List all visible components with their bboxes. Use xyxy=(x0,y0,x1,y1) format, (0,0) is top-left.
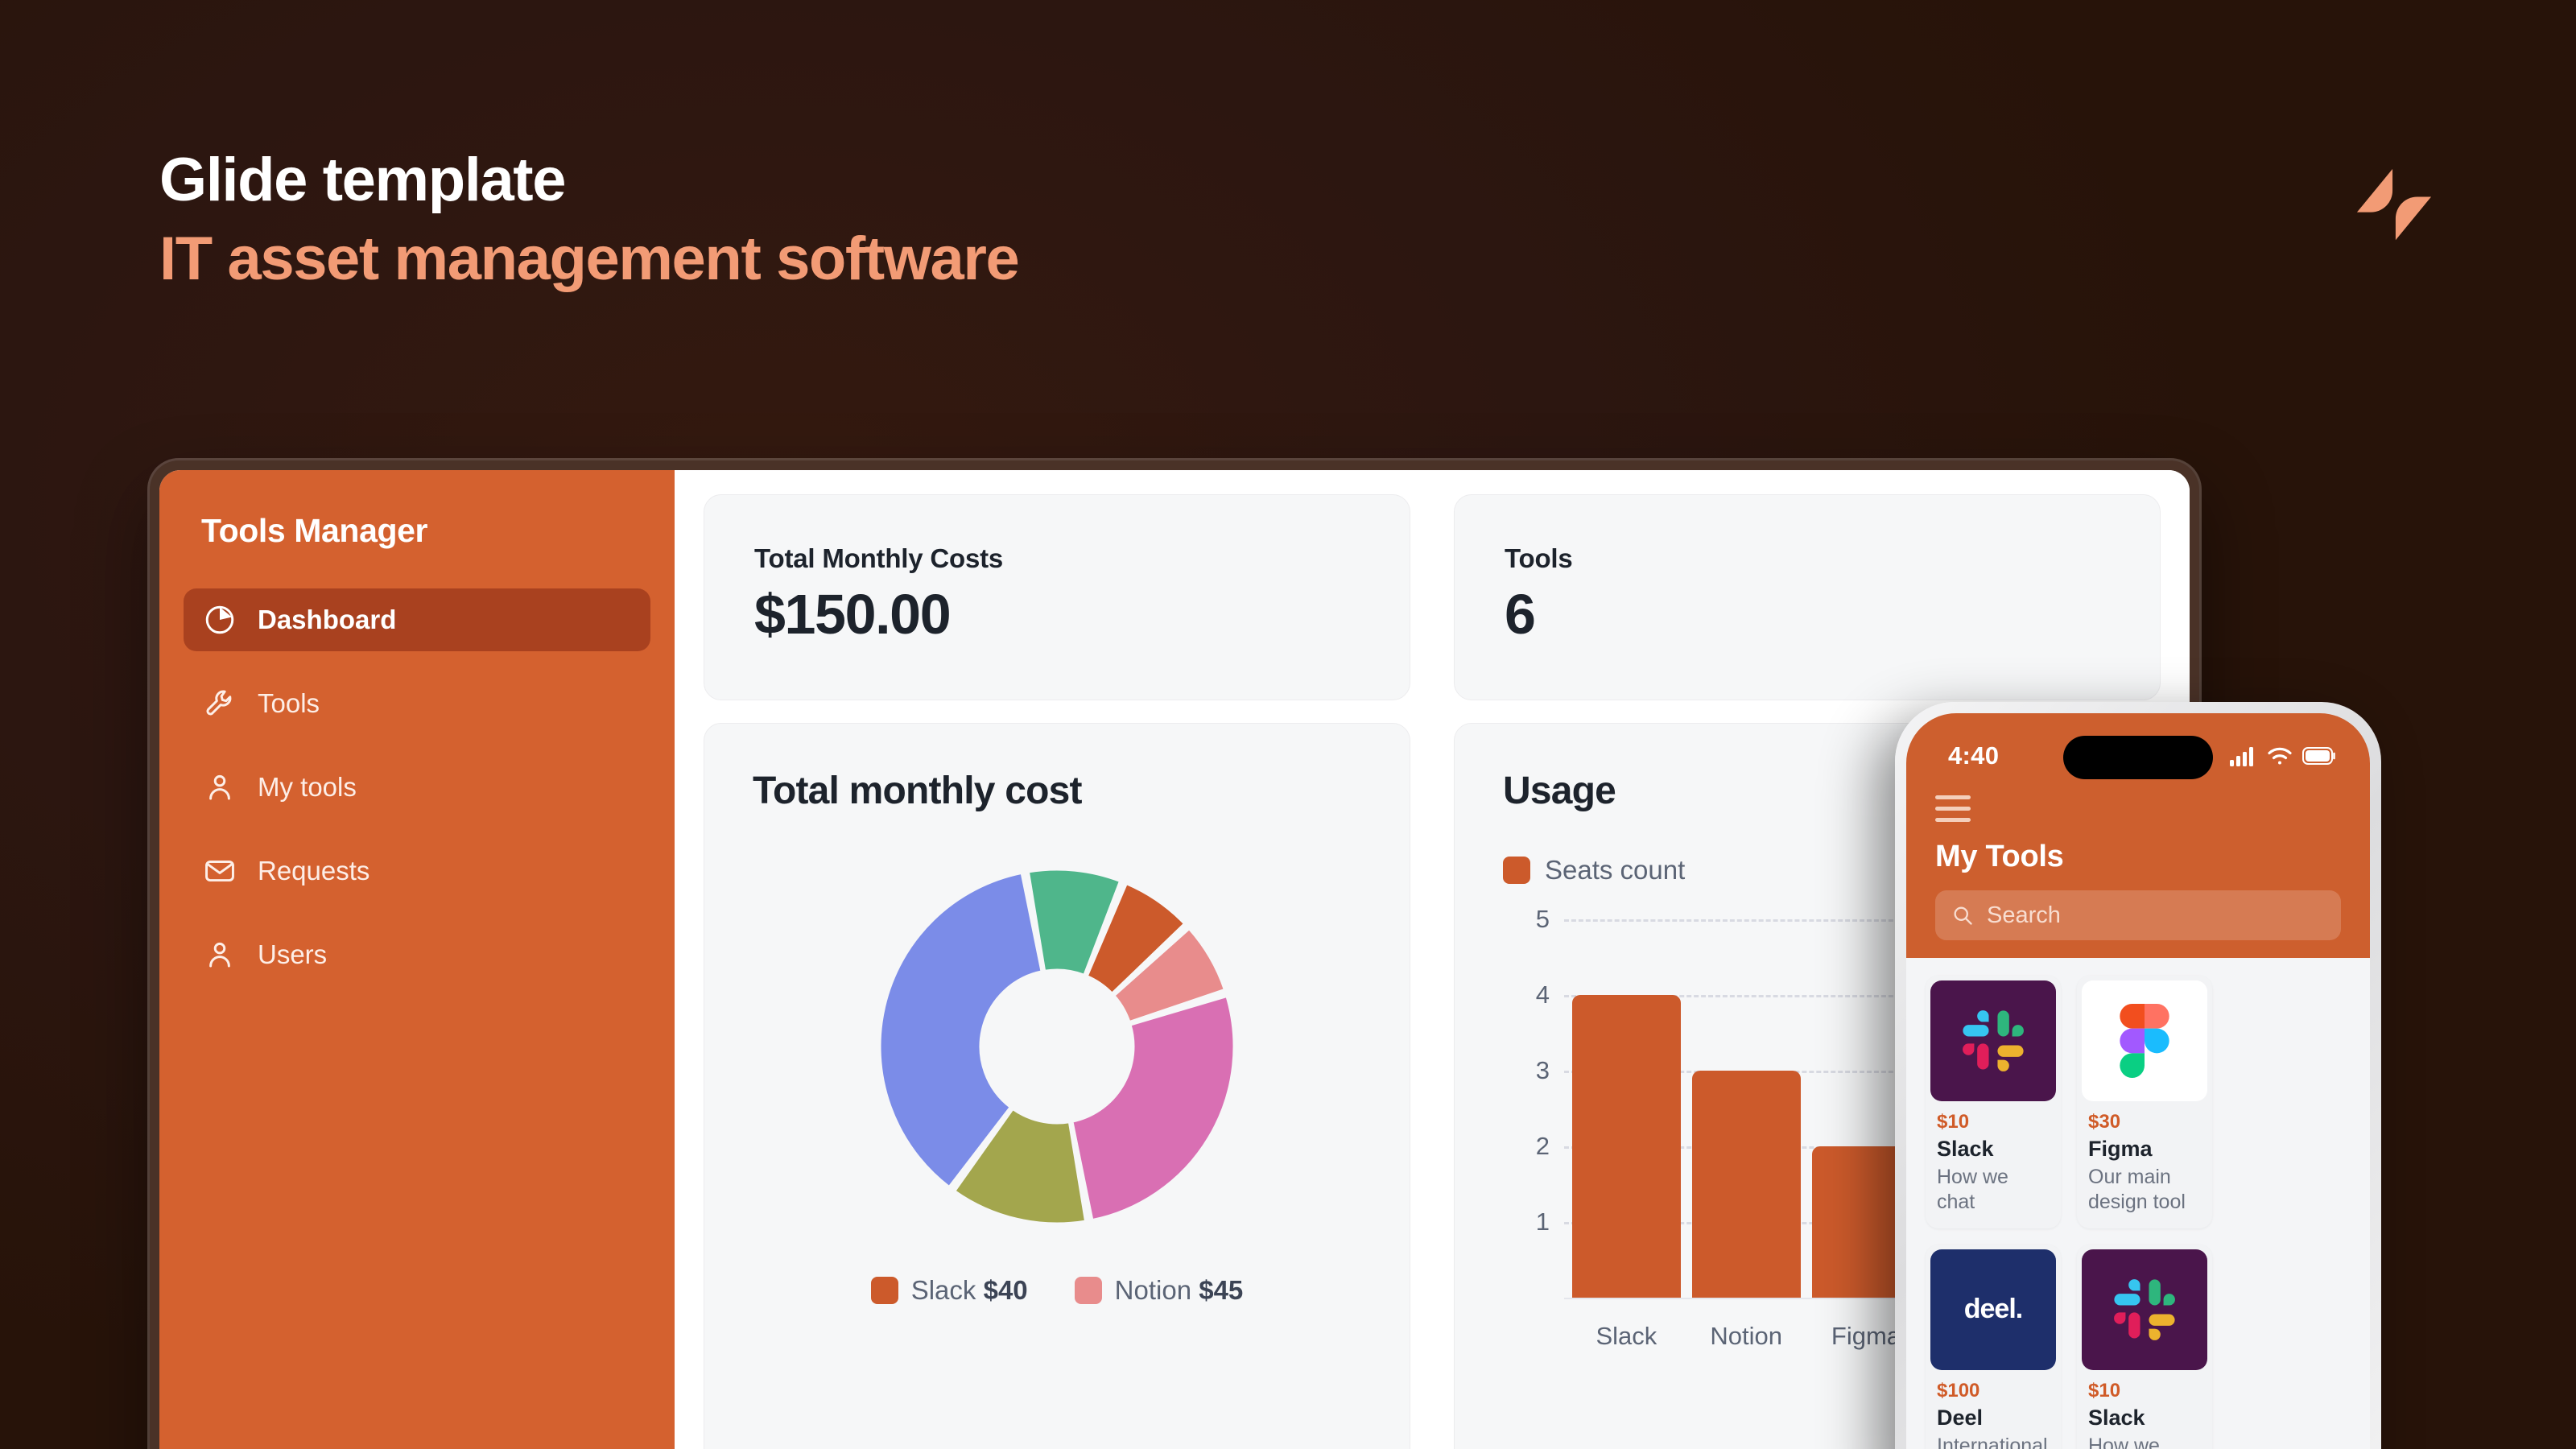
tool-meta: $100 Deel International Payroll xyxy=(1926,1375,2061,1449)
wifi-icon xyxy=(2267,745,2293,766)
tool-name: Deel xyxy=(1937,1406,2050,1430)
phone-status-bar: 4:40 xyxy=(1935,734,2341,778)
search-icon xyxy=(1951,904,1974,927)
sidebar-item-label: Tools xyxy=(258,688,320,719)
tool-meta: $10 Slack How we chat xyxy=(1926,1106,2061,1228)
page-title: Glide template xyxy=(159,150,1018,211)
donut-slice xyxy=(1072,997,1234,1220)
tool-price: $30 xyxy=(2088,1111,2201,1133)
stat-value: $150.00 xyxy=(754,582,1360,646)
tool-card[interactable]: $30 Figma Our main design tool xyxy=(2077,976,2212,1228)
phone-screen: 4:40 xyxy=(1906,713,2370,1449)
stat-card-row: Total Monthly Costs $150.00 Tools 6 xyxy=(704,494,2161,700)
tool-card[interactable]: deel. $100 Deel International Payroll xyxy=(1926,1245,2061,1449)
bar-column xyxy=(1572,919,1681,1298)
bar[interactable] xyxy=(1572,995,1681,1298)
deel-logo-icon: deel. xyxy=(1930,1249,2056,1370)
tool-description: Our main design tool xyxy=(2088,1165,2201,1216)
tool-name: Slack xyxy=(2088,1406,2201,1430)
y-axis-tick: 4 xyxy=(1503,980,1550,1009)
sidebar: Tools Manager Dashboard xyxy=(159,470,675,1449)
status-icons xyxy=(2230,745,2341,766)
phone-mockup: 4:40 xyxy=(1895,702,2381,1449)
slack-logo-icon xyxy=(2082,1249,2207,1370)
legend-swatch xyxy=(1503,857,1530,884)
tool-card[interactable]: $10 Slack How we chat xyxy=(2077,1245,2212,1449)
sidebar-title: Tools Manager xyxy=(184,512,650,550)
tool-meta: $30 Figma Our main design tool xyxy=(2077,1106,2212,1228)
stat-card-tools: Tools 6 xyxy=(1454,494,2161,700)
stat-label: Tools xyxy=(1505,543,2110,574)
phone-header: 4:40 xyxy=(1906,713,2370,958)
stat-value: 6 xyxy=(1505,582,2110,646)
person-icon xyxy=(203,938,237,972)
donut-svg xyxy=(856,845,1258,1248)
page-subtitle: IT asset management software xyxy=(159,229,1018,290)
tool-description: How we chat xyxy=(1937,1165,2050,1216)
pie-legend: Slack $40 Notion $45 xyxy=(753,1275,1361,1306)
tool-meta: $10 Slack How we chat xyxy=(2077,1375,2212,1449)
search-input[interactable]: Search xyxy=(1935,890,2341,940)
glide-butterfly-logo-icon xyxy=(2355,167,2433,242)
bar-column xyxy=(1692,919,1801,1298)
sidebar-item-dashboard[interactable]: Dashboard xyxy=(184,588,650,651)
dashboard-window: Tools Manager Dashboard xyxy=(150,460,2199,1449)
tools-grid: $10 Slack How we chat $30 Figma Our main des… xyxy=(1906,958,2370,1449)
person-icon xyxy=(203,770,237,804)
status-time: 4:40 xyxy=(1935,741,1999,770)
y-axis-tick: 2 xyxy=(1503,1132,1550,1161)
sidebar-item-requests[interactable]: Requests xyxy=(184,840,650,902)
tool-description: International Payroll xyxy=(1937,1434,2050,1449)
figma-logo-icon xyxy=(2082,980,2207,1101)
cellular-bars-icon xyxy=(2230,745,2257,766)
sidebar-item-my-tools[interactable]: My tools xyxy=(184,756,650,819)
stat-label: Total Monthly Costs xyxy=(754,543,1360,574)
dynamic-island xyxy=(2063,736,2213,779)
sidebar-item-label: Dashboard xyxy=(258,605,396,635)
chart-card-total-monthly-cost: Total monthly cost Slack $40 xyxy=(704,723,1410,1449)
legend-label: Notion $45 xyxy=(1115,1275,1244,1306)
tool-price: $10 xyxy=(1937,1111,2050,1133)
tool-name: Slack xyxy=(1937,1137,2050,1162)
hero-heading: Glide template IT asset management softw… xyxy=(159,150,1018,290)
legend-swatch xyxy=(1075,1277,1102,1304)
donut-chart xyxy=(753,845,1361,1248)
tool-card[interactable]: $10 Slack How we chat xyxy=(1926,976,2061,1228)
slack-logo-icon xyxy=(1930,980,2056,1101)
bar[interactable] xyxy=(1692,1071,1801,1298)
legend-item: Slack $40 xyxy=(871,1275,1028,1306)
sidebar-item-tools[interactable]: Tools xyxy=(184,672,650,735)
tool-price: $100 xyxy=(1937,1380,2050,1402)
envelope-icon xyxy=(203,854,237,888)
x-axis-label: Notion xyxy=(1692,1322,1801,1351)
sidebar-item-users[interactable]: Users xyxy=(184,923,650,986)
legend-item: Notion $45 xyxy=(1075,1275,1244,1306)
hamburger-menu-icon[interactable] xyxy=(1935,795,1971,822)
series-label: Seats count xyxy=(1545,855,1685,886)
y-axis-tick: 5 xyxy=(1503,905,1550,934)
sidebar-item-label: Users xyxy=(258,939,327,970)
wrench-icon xyxy=(203,687,237,720)
tool-price: $10 xyxy=(2088,1380,2201,1402)
x-axis-label: Slack xyxy=(1572,1322,1681,1351)
chart-title: Total monthly cost xyxy=(753,769,1361,813)
search-placeholder: Search xyxy=(1987,902,2061,929)
legend-swatch xyxy=(871,1277,898,1304)
poster-canvas: Glide template IT asset management softw… xyxy=(0,0,2576,1449)
tool-name: Figma xyxy=(2088,1137,2201,1162)
battery-icon xyxy=(2302,747,2336,765)
pie-chart-icon xyxy=(203,603,237,637)
y-axis-tick: 1 xyxy=(1503,1208,1550,1236)
legend-label: Slack $40 xyxy=(911,1275,1028,1306)
stat-card-total-monthly-costs: Total Monthly Costs $150.00 xyxy=(704,494,1410,700)
tool-description: How we chat xyxy=(2088,1434,2201,1449)
y-axis-tick: 3 xyxy=(1503,1056,1550,1085)
phone-page-title: My Tools xyxy=(1935,840,2341,874)
sidebar-item-label: My tools xyxy=(258,772,357,803)
sidebar-item-label: Requests xyxy=(258,856,369,886)
